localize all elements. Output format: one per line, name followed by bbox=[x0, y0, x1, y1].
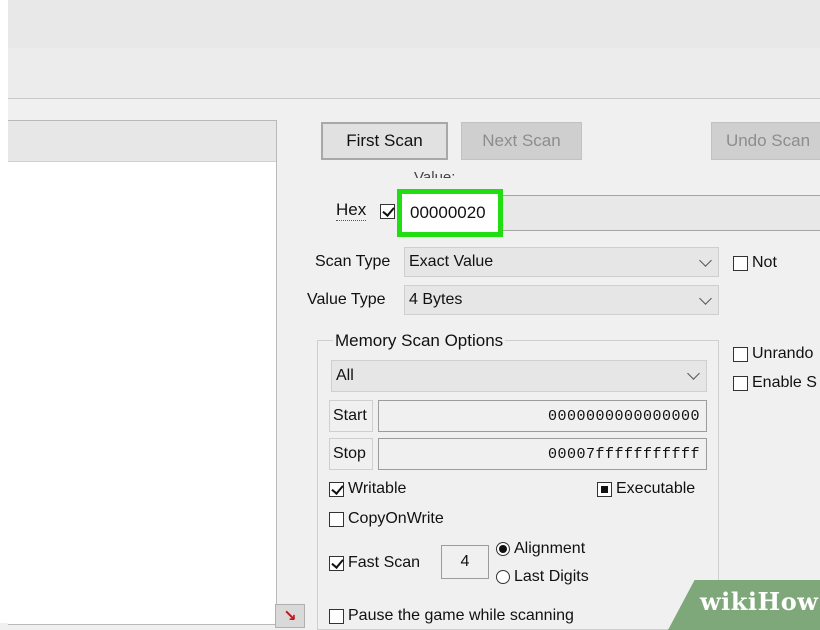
stop-address-input[interactable]: 00007fffffffffff bbox=[378, 438, 707, 470]
fast-scan-option[interactable]: Fast Scan bbox=[329, 554, 420, 572]
value-type-label: Value Type bbox=[307, 291, 386, 308]
not-label: Not bbox=[752, 254, 777, 271]
value-label: Value: bbox=[414, 169, 456, 178]
pause-game-option[interactable]: Pause the game while scanning bbox=[329, 607, 574, 625]
executable-label: Executable bbox=[616, 480, 696, 497]
memory-region-select[interactable]: All bbox=[331, 360, 707, 392]
pause-game-checkbox[interactable] bbox=[329, 608, 344, 624]
unrandomizer-option[interactable]: Unrando bbox=[733, 345, 813, 363]
not-option[interactable]: Not bbox=[733, 254, 777, 272]
title-bar bbox=[8, 0, 820, 48]
scan-type-value: Exact Value bbox=[409, 253, 494, 270]
found-addresses-list[interactable] bbox=[8, 120, 277, 625]
watermark-how: How bbox=[757, 587, 819, 616]
window-edge bbox=[0, 0, 8, 623]
start-label: Start bbox=[329, 400, 373, 432]
first-scan-button[interactable]: First Scan bbox=[321, 122, 448, 160]
enable-option[interactable]: Enable S bbox=[733, 374, 817, 392]
value-input[interactable] bbox=[397, 189, 503, 237]
value-field-background[interactable] bbox=[497, 195, 820, 231]
copyonwrite-option[interactable]: CopyOnWrite bbox=[329, 510, 444, 528]
last-digits-radio-option[interactable]: Last Digits bbox=[496, 568, 589, 586]
chevron-down-icon bbox=[687, 367, 700, 380]
unrandomizer-label: Unrando bbox=[752, 345, 814, 362]
enable-label: Enable S bbox=[752, 374, 817, 391]
memory-region-value: All bbox=[336, 367, 354, 384]
list-header bbox=[8, 121, 276, 162]
alignment-radio[interactable] bbox=[496, 542, 510, 556]
fast-scan-alignment-input[interactable]: 4 bbox=[441, 545, 489, 579]
last-digits-label: Last Digits bbox=[514, 568, 589, 585]
pause-game-label: Pause the game while scanning bbox=[348, 607, 574, 624]
alignment-label: Alignment bbox=[514, 540, 586, 557]
last-digits-radio[interactable] bbox=[496, 570, 510, 584]
menu-bar bbox=[8, 48, 820, 99]
chevron-down-icon bbox=[699, 292, 712, 305]
not-checkbox[interactable] bbox=[733, 255, 748, 271]
scan-type-label: Scan Type bbox=[315, 253, 391, 270]
copyonwrite-checkbox[interactable] bbox=[329, 511, 344, 527]
enable-checkbox[interactable] bbox=[733, 375, 748, 391]
start-address-input[interactable]: 0000000000000000 bbox=[378, 400, 707, 432]
wikihow-watermark: wikiHow bbox=[700, 587, 818, 616]
fast-scan-label: Fast Scan bbox=[348, 554, 421, 571]
alignment-radio-option[interactable]: Alignment bbox=[496, 540, 585, 558]
value-type-select[interactable]: 4 Bytes bbox=[404, 285, 719, 315]
watermark-wiki: wiki bbox=[700, 587, 758, 616]
unrandomizer-checkbox[interactable] bbox=[733, 346, 748, 362]
memory-scan-options-title: Memory Scan Options bbox=[333, 331, 506, 351]
executable-checkbox[interactable] bbox=[597, 481, 612, 497]
chevron-down-icon bbox=[699, 254, 712, 267]
scan-type-select[interactable]: Exact Value bbox=[404, 247, 719, 277]
value-type-value: 4 Bytes bbox=[409, 291, 463, 308]
undo-scan-button[interactable]: Undo Scan bbox=[711, 122, 820, 160]
executable-option[interactable]: Executable bbox=[597, 480, 695, 498]
next-scan-button[interactable]: Next Scan bbox=[461, 122, 582, 160]
copyonwrite-label: CopyOnWrite bbox=[348, 510, 444, 527]
writable-label: Writable bbox=[348, 480, 407, 497]
red-arrow-icon[interactable]: ↘ bbox=[275, 604, 305, 628]
writable-option[interactable]: Writable bbox=[329, 480, 406, 498]
stop-label: Stop bbox=[329, 438, 373, 470]
writable-checkbox[interactable] bbox=[329, 481, 344, 497]
fast-scan-checkbox[interactable] bbox=[329, 555, 344, 571]
hex-checkbox[interactable] bbox=[380, 204, 395, 219]
hex-label: Hex bbox=[336, 200, 367, 221]
